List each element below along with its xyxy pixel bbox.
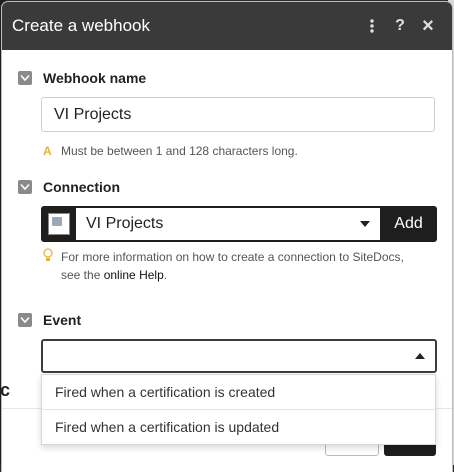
event-option[interactable]: Fired when a certification is updated [42,409,435,444]
webhook-name-hint: A Must be between 1 and 128 characters l… [43,142,298,160]
collapse-connection-icon[interactable] [18,180,32,194]
add-connection-button[interactable]: Add [380,215,437,233]
help-icon[interactable]: ? [386,12,414,40]
connection-select[interactable]: VI Projects [76,208,380,240]
warning-icon: A [43,144,52,158]
connection-image-icon [48,213,70,235]
dialog-title: Create a webhook [12,16,150,35]
online-help-link[interactable]: online Help [104,268,164,282]
webhook-name-section: Webhook name [2,68,452,88]
close-icon[interactable]: × [414,12,442,40]
collapse-webhook-name-icon[interactable] [18,71,32,85]
more-vertical-icon[interactable] [358,12,386,40]
webhook-name-hint-text: Must be between 1 and 128 characters lon… [61,144,298,158]
background-text: c [0,380,11,400]
chevron-up-icon [415,353,425,359]
webhook-name-label: Webhook name [43,70,147,86]
webhook-name-input[interactable]: VI Projects [41,97,435,132]
webhook-name-value: VI Projects [54,105,132,123]
event-option[interactable]: Fired when a certification is created [42,375,435,409]
collapse-event-icon[interactable] [18,313,32,327]
connection-selected-value: VI Projects [86,215,164,232]
connection-hint: For more information on how to create a … [43,248,423,284]
event-section: Event [2,310,452,330]
dialog-header: Create a webhook ? × [2,2,452,50]
connection-label: Connection [43,179,120,195]
connection-hint-text: For more information on how to create a … [61,250,404,282]
event-dropdown: Fired when a certification is created Fi… [41,374,436,445]
connection-row: VI Projects Add [41,206,437,242]
connection-section: Connection [2,177,452,197]
lightbulb-icon [43,248,61,284]
chevron-down-icon [360,221,370,227]
event-select[interactable] [41,339,437,373]
event-label: Event [43,312,82,328]
